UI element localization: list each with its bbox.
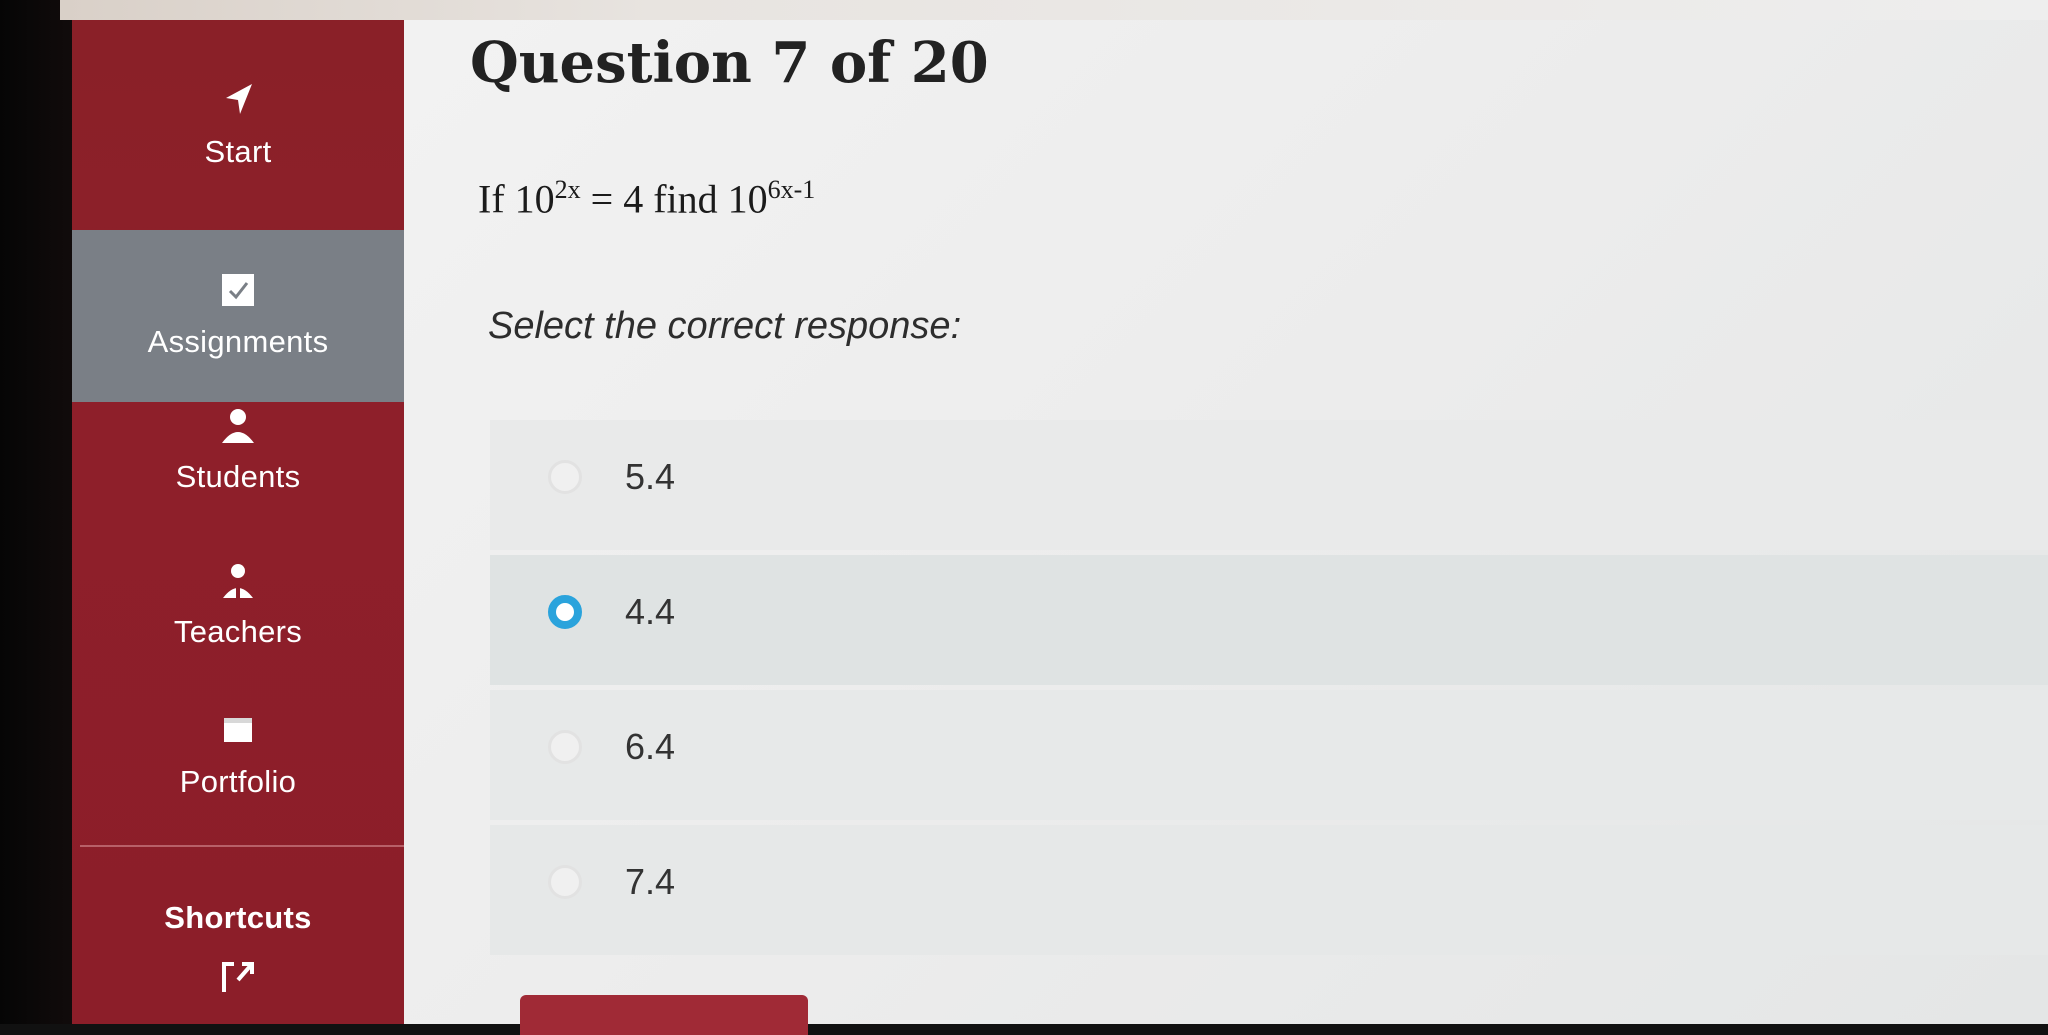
sidebar-item-portfolio[interactable]: Portfolio: [72, 710, 404, 860]
question-title: Question 7 of 20: [470, 30, 989, 96]
option-value: 6.4: [625, 726, 676, 767]
sidebar-item-label: Students: [175, 459, 301, 494]
sidebar-item-label: Start: [204, 134, 272, 169]
folder-icon: [224, 718, 252, 742]
external-link-icon: [222, 962, 254, 992]
review-button[interactable]: [520, 995, 808, 1035]
sidebar-item-start[interactable]: Start: [72, 80, 404, 245]
sidebar-item-students[interactable]: Students: [72, 405, 404, 555]
radio-button[interactable]: [548, 460, 582, 494]
teacher-icon: [223, 564, 253, 598]
checklist-icon: [222, 274, 254, 306]
answer-option-2[interactable]: 4.4: [490, 555, 2048, 685]
radio-button[interactable]: [548, 865, 582, 899]
shortcuts-label: Shortcuts: [164, 900, 312, 935]
answer-option-3[interactable]: 6.4: [490, 690, 2048, 820]
sidebar-divider: [80, 845, 410, 847]
question-text: If 102x = 4 find 106x-1: [478, 175, 815, 222]
answer-option-1[interactable]: 5.4: [490, 420, 2048, 550]
option-value: 4.4: [625, 591, 676, 632]
screen: Start Assignments Students Teachers Port…: [0, 0, 2048, 1035]
sidebar: Start Assignments Students Teachers Port…: [72, 20, 404, 1024]
radio-button-selected[interactable]: [548, 595, 582, 629]
sidebar-item-label: Assignments: [147, 324, 329, 359]
answer-option-4[interactable]: 7.4: [490, 825, 2048, 955]
question-exponent-1: 2x: [554, 175, 581, 204]
response-prompt: Select the correct response:: [488, 305, 962, 347]
user-icon: [222, 409, 254, 443]
question-prefix: If: [478, 176, 515, 222]
sidebar-item-assignments[interactable]: Assignments: [72, 230, 404, 402]
question-exponent-2: 6x-1: [767, 175, 816, 204]
question-base-1: 10: [514, 176, 555, 222]
sidebar-item-shortcuts[interactable]: Shortcuts: [72, 900, 404, 1030]
sidebar-item-label: Teachers: [173, 614, 303, 649]
option-value: 7.4: [625, 861, 676, 902]
option-value: 5.4: [625, 456, 676, 497]
question-equation: = 4 find: [580, 176, 728, 222]
question-base-2: 10: [727, 176, 768, 222]
sidebar-item-teachers[interactable]: Teachers: [72, 560, 404, 710]
location-arrow-icon: [226, 84, 252, 114]
radio-button[interactable]: [548, 730, 582, 764]
top-strip: [60, 0, 2048, 20]
sidebar-item-label: Portfolio: [179, 764, 297, 799]
